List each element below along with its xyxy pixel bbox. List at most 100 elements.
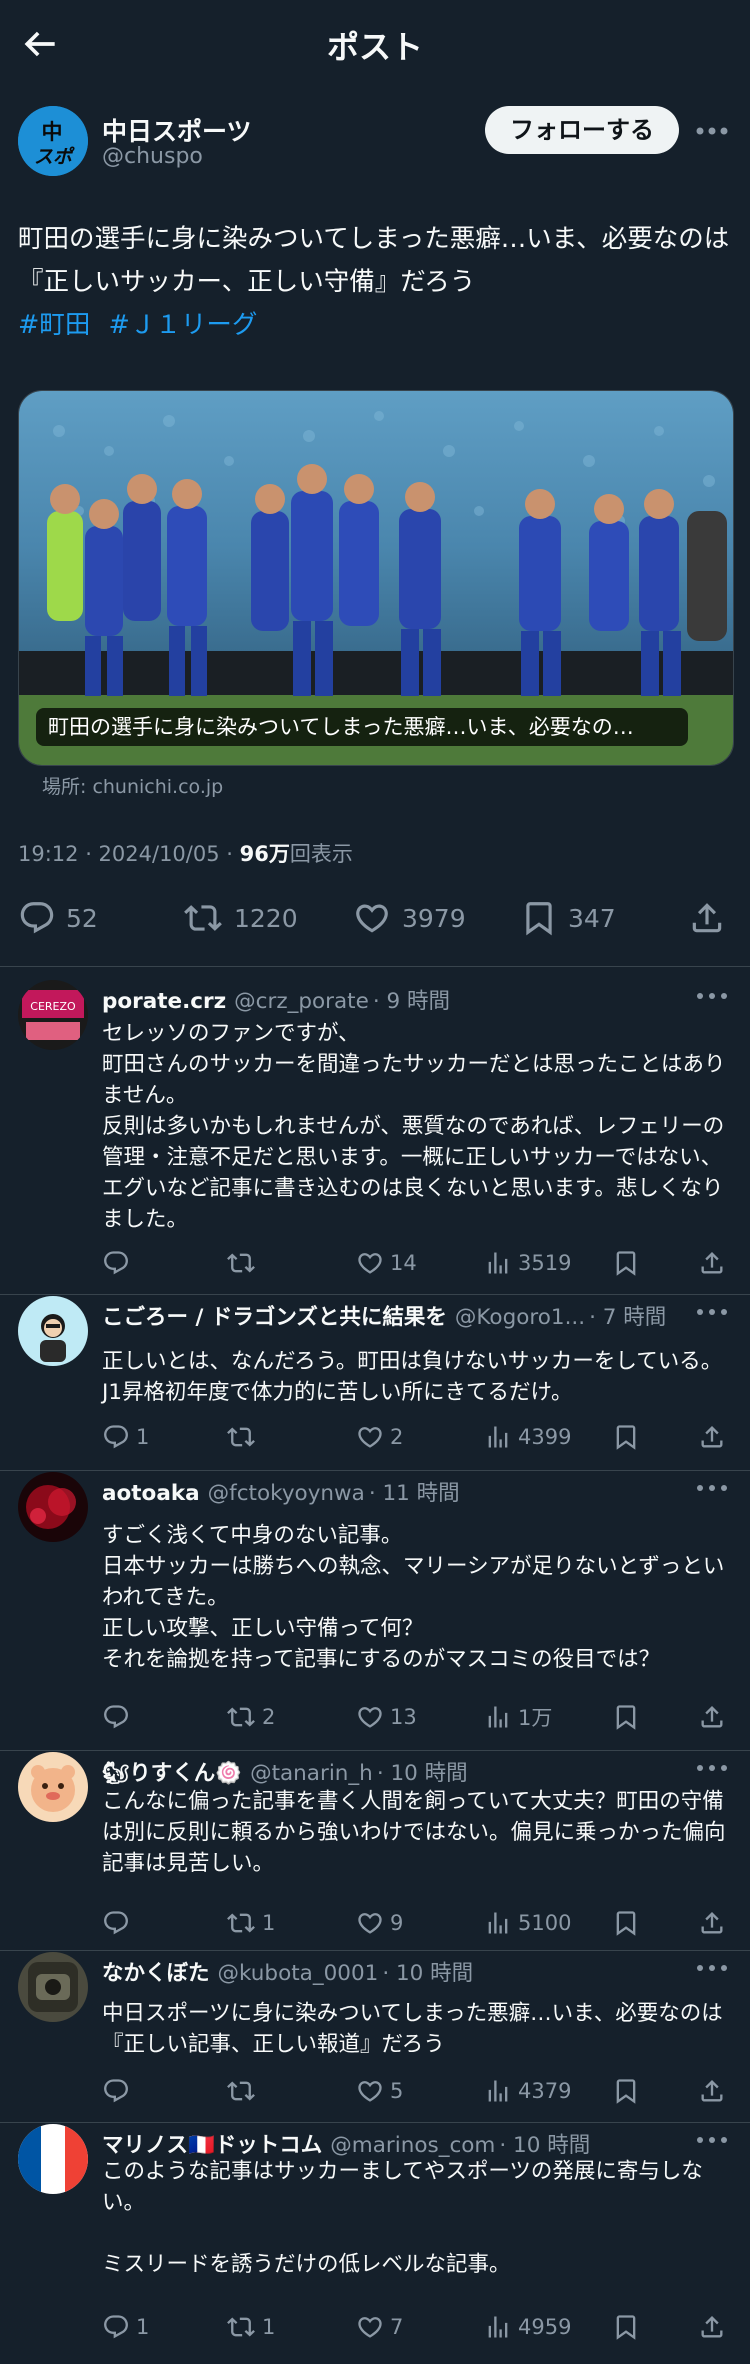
reply-more-icon[interactable] bbox=[694, 1306, 730, 1318]
reply-actions: 2 13 1万 bbox=[102, 1700, 732, 1734]
author-name[interactable]: 中日スポーツ bbox=[102, 112, 252, 148]
reply-header: 🐿りすくん🍥 @tanarin_h · 10 時間 bbox=[102, 1756, 468, 1787]
reply-view-count: 4959 bbox=[518, 2315, 572, 2339]
reply-like-button[interactable]: 7 bbox=[356, 2310, 403, 2344]
reply-repost-count: 1 bbox=[262, 1911, 276, 1935]
bookmark-icon bbox=[616, 1251, 636, 1276]
reply-bookmark-button[interactable] bbox=[612, 2310, 646, 2344]
reply-bookmark-button[interactable] bbox=[612, 1700, 646, 1734]
reply-more-icon[interactable] bbox=[694, 1482, 730, 1494]
reply-reply-button[interactable] bbox=[102, 1246, 136, 1280]
reply-author-handle[interactable]: @marinos_com bbox=[330, 2133, 495, 2158]
reply-author-name[interactable]: porate.crz bbox=[102, 989, 226, 1014]
reply-more-icon[interactable] bbox=[694, 990, 730, 1002]
reply-avatar[interactable]: CEREZO bbox=[18, 980, 88, 1050]
reply-share-button[interactable] bbox=[698, 2310, 732, 2344]
reply-share-button[interactable] bbox=[698, 2074, 732, 2108]
reply-bookmark-button[interactable] bbox=[612, 1420, 646, 1454]
reply-repost-button[interactable]: 1 bbox=[226, 2310, 275, 2344]
hashtag-link[interactable]: #Ｊ１リーグ bbox=[108, 310, 257, 340]
like-button[interactable]: 3979 bbox=[352, 890, 466, 946]
reply-repost-button[interactable] bbox=[226, 2074, 262, 2108]
divider bbox=[0, 1294, 750, 1295]
repost-button[interactable]: 1220 bbox=[182, 890, 298, 946]
divider bbox=[0, 1470, 750, 1471]
reply-author-name[interactable]: なかくぼた bbox=[102, 1961, 210, 1986]
reply-author-name[interactable]: aotoaka bbox=[102, 1481, 200, 1506]
reply-views-button[interactable]: 1万 bbox=[484, 1700, 552, 1734]
reply-author-handle[interactable]: @fctokyoynwa bbox=[208, 1481, 365, 1506]
author-handle[interactable]: @chuspo bbox=[102, 144, 203, 169]
reply-button[interactable]: 52 bbox=[18, 890, 98, 946]
reply-avatar[interactable] bbox=[18, 1472, 88, 1542]
reply-like-button[interactable]: 5 bbox=[356, 2074, 403, 2108]
divider bbox=[0, 1950, 750, 1951]
reply-icon bbox=[104, 1425, 128, 1449]
link-source[interactable]: 場所: chunichi.co.jp bbox=[42, 772, 223, 799]
reply-icon bbox=[20, 902, 54, 934]
reply-time: · 11 時間 bbox=[368, 1481, 460, 1506]
reply-author-name[interactable]: マリノス🇫🇷ドットコム bbox=[102, 2133, 322, 2158]
reply-reply-button[interactable] bbox=[102, 1700, 136, 1734]
heart-icon bbox=[358, 1427, 382, 1448]
reply-bookmark-button[interactable] bbox=[612, 1906, 646, 1940]
bookmark-button[interactable]: 347 bbox=[520, 890, 616, 946]
reply-author-handle[interactable]: @Kogoro1... bbox=[455, 1305, 585, 1330]
reply-view-count: 4399 bbox=[518, 1425, 572, 1449]
reply-like-button[interactable]: 2 bbox=[356, 1420, 403, 1454]
reply-author-handle[interactable]: @tanarin_h bbox=[250, 1761, 373, 1786]
heart-icon bbox=[358, 1707, 382, 1728]
share-button[interactable] bbox=[688, 890, 736, 946]
reply-like-button[interactable]: 13 bbox=[356, 1700, 417, 1734]
reply-repost-button[interactable]: 2 bbox=[226, 1700, 275, 1734]
heart-icon bbox=[358, 2317, 382, 2338]
repost-icon bbox=[227, 1253, 255, 1273]
reply-repost-count: 2 bbox=[262, 1705, 276, 1729]
reply-share-button[interactable] bbox=[698, 1246, 732, 1280]
reply-more-icon[interactable] bbox=[694, 1762, 730, 1774]
reply-views-button[interactable]: 3519 bbox=[484, 1246, 571, 1280]
reply-repost-count: 1 bbox=[262, 2315, 276, 2339]
reply-more-icon[interactable] bbox=[694, 1962, 730, 1974]
reply-avatar[interactable] bbox=[18, 2124, 88, 2194]
reply-views-button[interactable]: 5100 bbox=[484, 1906, 571, 1940]
reply-bookmark-button[interactable] bbox=[612, 1246, 646, 1280]
reply-header: aotoaka @fctokyoynwa · 11 時間 bbox=[102, 1476, 460, 1507]
reply-avatar[interactable] bbox=[18, 1296, 88, 1366]
reply-views-button[interactable]: 4379 bbox=[484, 2074, 571, 2108]
reply-avatar[interactable] bbox=[18, 1752, 88, 1822]
reply-text: 正しいとは、なんだろう。町田は負けないサッカーをしている。J1昇格初年度で体力的… bbox=[102, 1349, 723, 1405]
reply-author-handle[interactable]: @crz_porate bbox=[234, 989, 369, 1014]
share-icon bbox=[692, 903, 722, 933]
reply-reply-button[interactable] bbox=[102, 2074, 136, 2108]
post-actions: 52 1220 3979 347 bbox=[0, 890, 750, 946]
reply-share-button[interactable] bbox=[698, 1906, 732, 1940]
reply-text: セレッソのファンですが、 町田さんのサッカーを間違ったサッカーだとは思ったことは… bbox=[102, 1021, 726, 1232]
reply-bookmark-button[interactable] bbox=[612, 2074, 646, 2108]
reply-share-button[interactable] bbox=[698, 1700, 732, 1734]
reply-text: すごく浅くて中身のない記事。 日本サッカーは勝ちへの執念、マリーシアが足りないと… bbox=[102, 1523, 725, 1672]
author-avatar[interactable]: 中 スポ bbox=[18, 106, 88, 176]
reply-views-button[interactable]: 4959 bbox=[484, 2310, 571, 2344]
reply-repost-button[interactable]: 1 bbox=[226, 1906, 275, 1940]
reply-reply-button[interactable]: 1 bbox=[102, 2310, 149, 2344]
reply-views-button[interactable]: 4399 bbox=[484, 1420, 571, 1454]
share-icon bbox=[701, 1706, 723, 1728]
reply-like-button[interactable]: 9 bbox=[356, 1906, 403, 1940]
hashtag-link[interactable]: #町田 bbox=[18, 310, 90, 340]
reply-author-handle[interactable]: @kubota_0001 bbox=[218, 1961, 379, 1986]
divider bbox=[0, 1750, 750, 1751]
reply-more-icon[interactable] bbox=[694, 2134, 730, 2146]
reply-author-name[interactable]: こごろー / ドラゴンズと共に結果を bbox=[102, 1305, 447, 1330]
reply-avatar[interactable] bbox=[18, 1952, 88, 2022]
reply-repost-button[interactable] bbox=[226, 1420, 262, 1454]
avatar-logo-text-bottom: スポ bbox=[34, 146, 75, 168]
reply-repost-button[interactable] bbox=[226, 1246, 262, 1280]
reply-reply-button[interactable]: 1 bbox=[102, 1420, 149, 1454]
reply-reply-button[interactable] bbox=[102, 1906, 136, 1940]
more-options-icon[interactable] bbox=[694, 125, 730, 137]
reply-like-button[interactable]: 14 bbox=[356, 1246, 417, 1280]
follow-button[interactable]: フォローする bbox=[485, 106, 679, 154]
reply-share-button[interactable] bbox=[698, 1420, 732, 1454]
reply-author-name[interactable]: 🐿りすくん🍥 bbox=[102, 1761, 242, 1786]
